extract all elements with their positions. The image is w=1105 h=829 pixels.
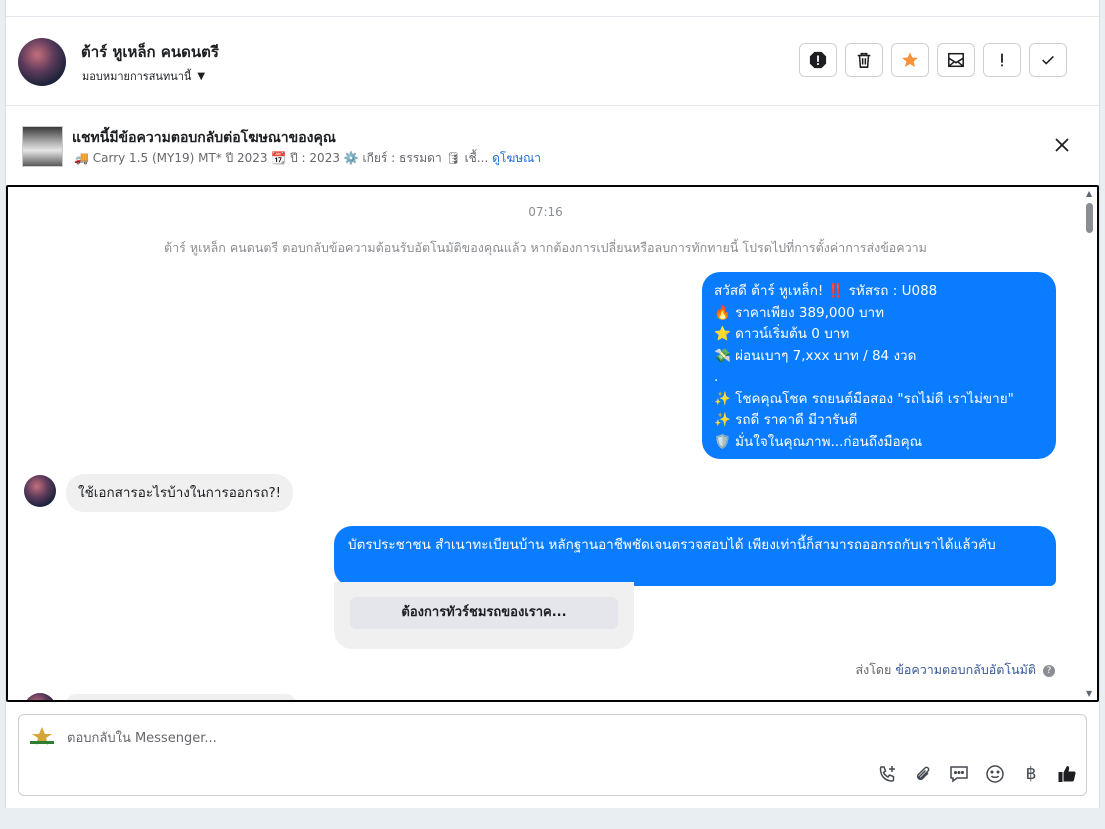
assign-conversation-dropdown[interactable]: มอบหมายการสนทนานี้ ▼ <box>82 67 205 85</box>
message-line: . <box>714 369 719 385</box>
message-line: สวัสดี ต้าร์ หูเหล็ก! ‼️ รหัสรถ : U088 <box>714 283 938 299</box>
star-button[interactable] <box>891 43 929 77</box>
message-line: 🛡️ มั่นใจในคุณภาพ...ก่อนถึงมือคุณ <box>714 433 923 450</box>
message-thread[interactable]: 07:16 ต้าร์ หูเหล็ก คนดนตรี ตอบกลับข้อคว… <box>6 185 1099 702</box>
mark-unread-icon <box>948 52 964 68</box>
attachment-button[interactable] <box>912 763 934 785</box>
contact-avatar-small <box>24 475 56 507</box>
spam-alert-icon <box>809 51 827 69</box>
automated-reply-link[interactable]: ข้อความตอบกลับอัตโนมัติ <box>895 662 1036 677</box>
help-icon[interactable]: ? <box>1043 665 1055 677</box>
baht-icon: ฿ <box>1025 764 1037 784</box>
scroll-thumb[interactable] <box>1086 203 1093 233</box>
incoming-message <box>66 694 296 700</box>
payment-button[interactable]: ฿ <box>1020 763 1042 785</box>
exclamation-icon <box>1001 53 1003 67</box>
conversation-panel: ต้าร์ หูเหล็ก คนดนตรี มอบหมายการสนทนานี้… <box>5 0 1100 808</box>
assign-label: มอบหมายการสนทนานี้ <box>82 70 192 83</box>
call-add-button[interactable] <box>876 763 898 785</box>
view-ad-link[interactable]: ดูโฆษณา <box>492 151 541 165</box>
message-timestamp: 07:16 <box>528 205 563 219</box>
auto-reply-notice: ต้าร์ หูเหล็ก คนดนตรี ตอบกลับข้อความต้อน… <box>164 240 927 255</box>
contact-name[interactable]: ต้าร์ หูเหล็ก คนดนตรี <box>81 40 219 64</box>
message-line: ⭐ ดาวน์เริ่มต้น 0 บาท <box>714 326 850 342</box>
outgoing-answer-message: บัตรประชาชน สำเนาทะเบียนบ้าน หลักฐานอาชี… <box>334 526 1056 586</box>
sent-by-label: ส่งโดย ข้อความตอบกลับอัตโนมัติ ? <box>855 660 1055 680</box>
message-line: 🔥 ราคาเพียง 389,000 บาท <box>714 304 885 321</box>
scroll-down-icon[interactable]: ▼ <box>1086 689 1092 698</box>
top-strip <box>6 0 1099 17</box>
check-icon <box>1042 55 1054 65</box>
conversation-header: ต้าร์ หูเหล็ก คนดนตรี มอบหมายการสนทนานี้… <box>6 17 1099 106</box>
quick-reply-card: ต้องการทัวร์ชมรถของเราค... <box>334 582 634 649</box>
star-icon <box>902 52 918 68</box>
mark-unread-button[interactable] <box>937 43 975 77</box>
delete-button[interactable] <box>845 43 883 77</box>
reply-composer: ฿ <box>18 714 1087 796</box>
reply-input[interactable] <box>67 727 867 749</box>
ad-thumbnail[interactable] <box>22 126 63 167</box>
outgoing-greeting-message: สวัสดี ต้าร์ หูเหล็ก! ‼️ รหัสรถ : U088 🔥… <box>702 272 1056 459</box>
call-add-icon <box>879 766 895 782</box>
trash-icon <box>857 52 871 68</box>
caret-down-icon: ▼ <box>197 70 206 82</box>
emoji-icon <box>986 765 1004 783</box>
message-line: ✨ โชคคุณโชค รถยนต์มือสอง "รถไม่ดี เราไม่… <box>714 390 1014 407</box>
emoji-button[interactable] <box>984 763 1006 785</box>
contact-avatar[interactable] <box>18 38 66 86</box>
thread-scrollbar[interactable]: ▲ ▼ <box>1083 187 1097 700</box>
saved-reply-icon <box>950 766 968 783</box>
ad-description: 🚚 Carry 1.5 (MY19) MT* ปี 2023 📆 ปี : 20… <box>74 151 489 165</box>
ad-banner-title: แชทนี้มีข้อความตอบกลับต่อโฆษณาของคุณ <box>72 130 336 146</box>
page-logo-icon <box>30 727 54 745</box>
header-actions <box>799 43 1067 77</box>
ad-reply-banner: แชทนี้มีข้อความตอบกลับต่อโฆษณาของคุณ 🚚 C… <box>6 106 1099 186</box>
quick-reply-button[interactable]: ต้องการทัวร์ชมรถของเราค... <box>350 597 618 629</box>
composer-tools: ฿ <box>876 763 1078 785</box>
spam-alert-button[interactable] <box>799 43 837 77</box>
sent-by-prefix: ส่งโดย <box>855 662 892 677</box>
contact-avatar-small <box>24 693 56 700</box>
ad-banner-subtitle: 🚚 Carry 1.5 (MY19) MT* ปี 2023 📆 ปี : 20… <box>74 149 541 168</box>
mark-done-button[interactable] <box>1029 43 1067 77</box>
message-line: 💸 ผ่อนเบาๆ 7,xxx บาท / 84 งวด <box>714 347 917 364</box>
scroll-up-icon[interactable]: ▲ <box>1086 189 1092 198</box>
close-icon[interactable] <box>1053 136 1071 154</box>
message-line: ✨ รถดี ราคาดี มีวารันตี <box>714 412 858 428</box>
attachment-icon <box>916 766 930 781</box>
important-button[interactable] <box>983 43 1021 77</box>
like-button[interactable] <box>1056 763 1078 785</box>
saved-reply-button[interactable] <box>948 763 970 785</box>
thumbs-up-icon <box>1058 766 1076 782</box>
incoming-message: ใช้เอกสารอะไรบ้างในการออกรถ?! <box>66 474 294 512</box>
